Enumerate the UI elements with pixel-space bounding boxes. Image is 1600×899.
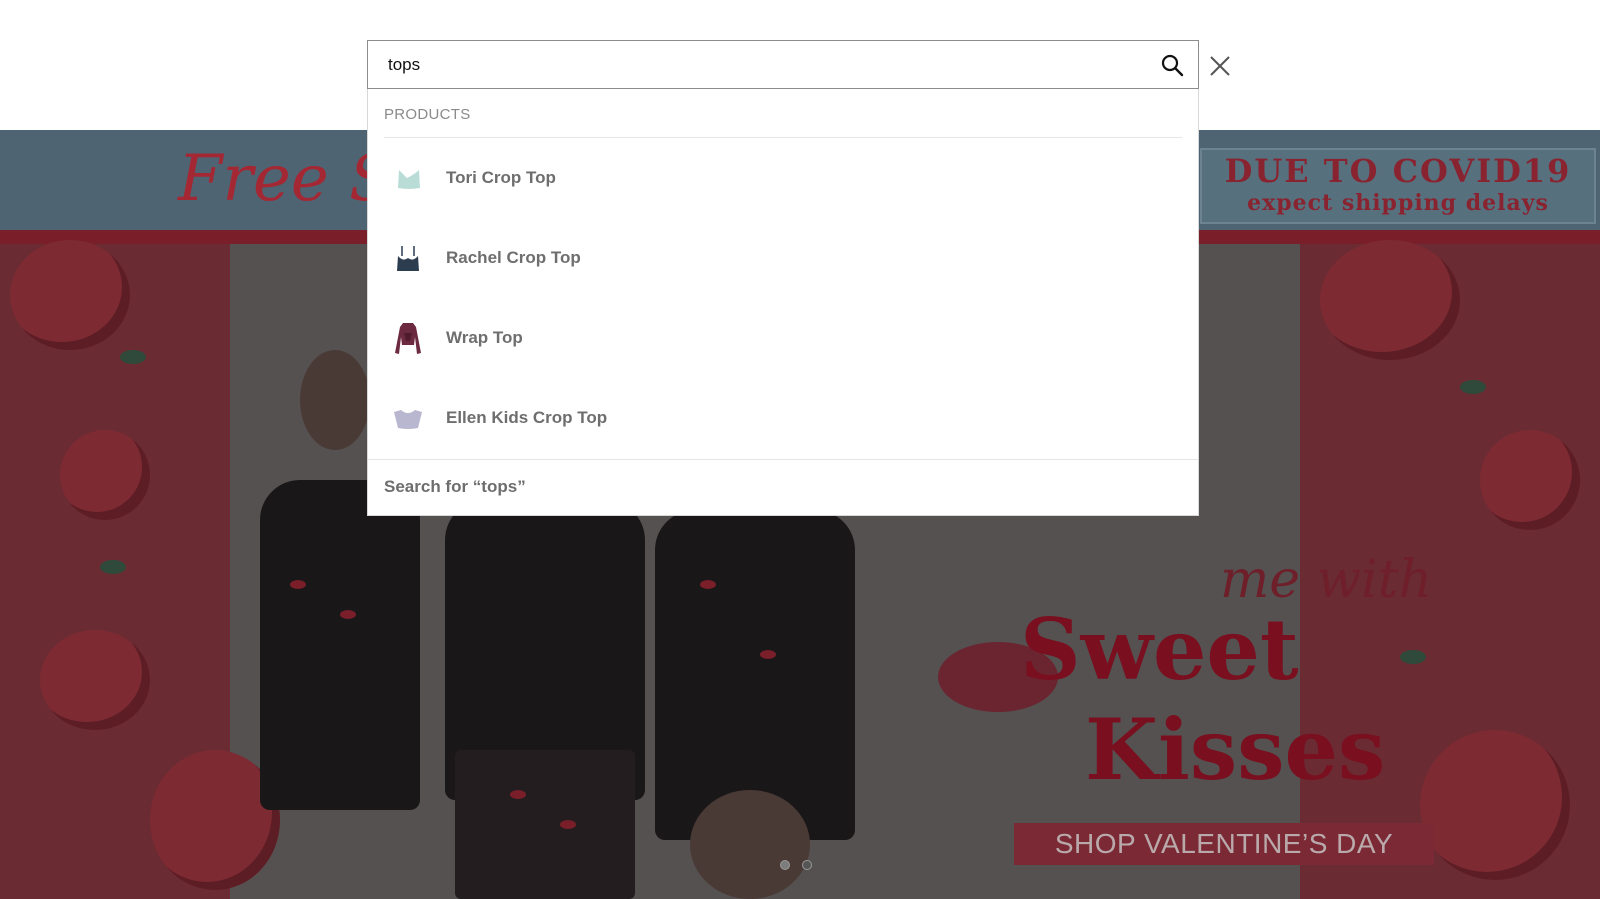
rose-decoration <box>40 630 150 730</box>
divider <box>384 137 1182 138</box>
leaf-decoration <box>100 560 126 574</box>
search-bar <box>367 40 1199 89</box>
products-section-heading: Products <box>384 106 471 123</box>
product-name: Rachel Crop Top <box>446 248 581 267</box>
leaf-decoration <box>1460 380 1486 394</box>
promo-covid-subtitle: expect shipping delays <box>1247 190 1549 216</box>
product-suggestion-ellen-kids-crop-top[interactable]: Ellen Kids Crop Top <box>368 379 1198 459</box>
leaf-decoration <box>1400 650 1426 664</box>
divider <box>368 459 1198 460</box>
rose-decoration <box>1480 430 1580 530</box>
search-icon[interactable] <box>1160 53 1184 77</box>
lip-print <box>290 580 306 589</box>
navy-bralette-crop-top-icon <box>390 241 426 277</box>
search-suggestions-dropdown: Products Tori Crop Top Rachel Crop Top <box>367 89 1199 516</box>
product-name: Tori Crop Top <box>446 168 556 187</box>
leaf-decoration <box>120 350 146 364</box>
lip-print <box>340 610 356 619</box>
dancer-figure <box>455 750 635 899</box>
hero-title-line-1: Sweet <box>1020 600 1299 699</box>
search-for-query-link[interactable]: Search for “tops” <box>384 477 526 497</box>
lip-print <box>510 790 526 799</box>
product-name: Wrap Top <box>446 328 523 347</box>
rose-decoration <box>10 240 130 350</box>
plum-long-sleeve-wrap-top-icon <box>390 321 426 357</box>
rose-decoration <box>60 430 150 520</box>
lilac-crop-top-icon <box>390 401 426 437</box>
dancer-figure <box>690 790 810 899</box>
carousel-dot-2[interactable] <box>802 860 812 870</box>
lip-print <box>760 650 776 659</box>
dancer-figure <box>300 350 370 450</box>
lip-print <box>700 580 716 589</box>
product-suggestion-tori-crop-top[interactable]: Tori Crop Top <box>368 139 1198 219</box>
carousel-dots <box>780 860 812 870</box>
rose-decoration <box>1320 240 1460 360</box>
shop-valentines-button[interactable]: SHOP VALENTINE’S DAY <box>1014 823 1434 865</box>
carousel-dot-1[interactable] <box>780 860 790 870</box>
dancer-figure <box>260 480 420 810</box>
lip-print <box>560 820 576 829</box>
product-suggestion-rachel-crop-top[interactable]: Rachel Crop Top <box>368 219 1198 299</box>
promo-covid-title: DUE TO COVID19 <box>1224 152 1572 190</box>
rose-decoration <box>1420 730 1570 880</box>
product-name: Ellen Kids Crop Top <box>446 408 608 427</box>
product-suggestion-wrap-top[interactable]: Wrap Top <box>368 299 1198 379</box>
mint-one-shoulder-crop-top-icon <box>390 161 426 197</box>
hero-title-line-2: Kisses <box>1085 700 1386 799</box>
search-input[interactable] <box>388 41 1138 88</box>
close-icon[interactable] <box>1208 54 1232 78</box>
